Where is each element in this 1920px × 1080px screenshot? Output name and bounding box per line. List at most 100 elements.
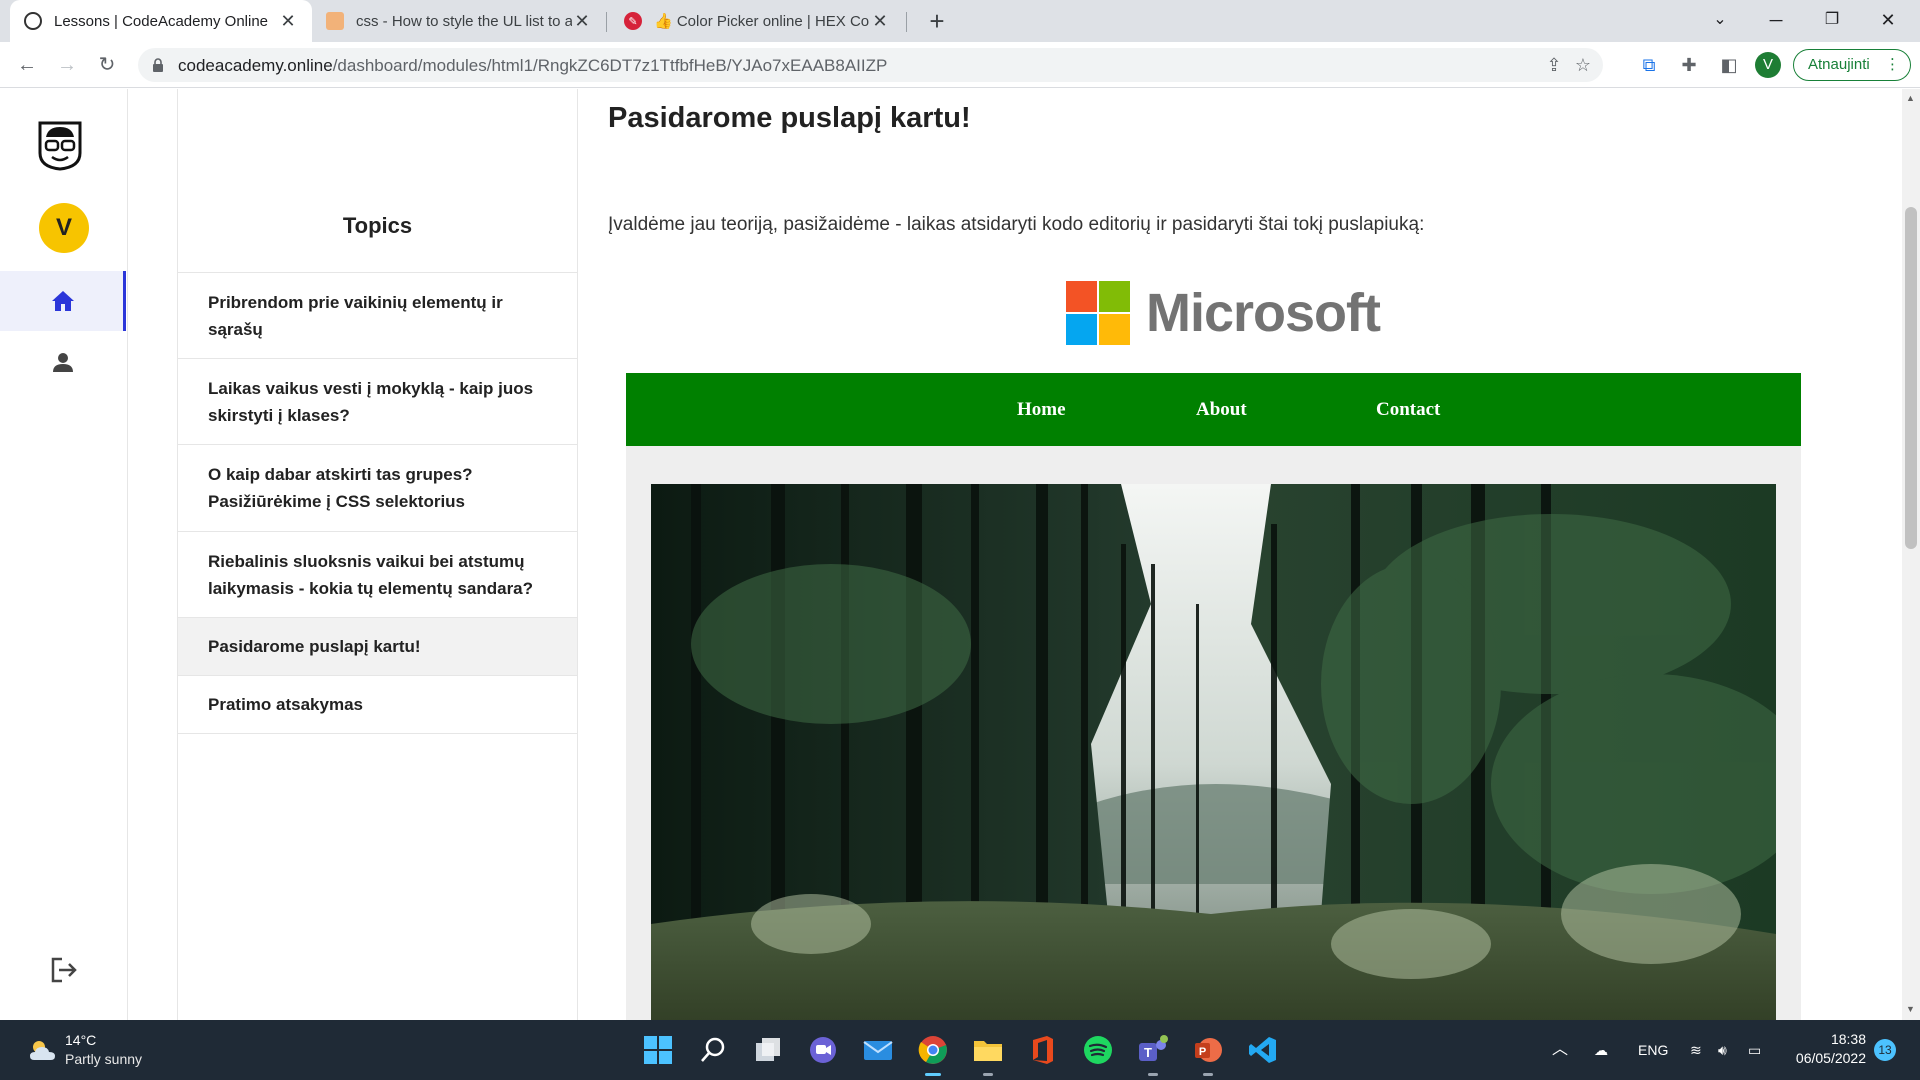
demo-page-body — [626, 446, 1801, 1020]
browser-tab-strip: Lessons | CodeAcademy Online ✕ css - How… — [0, 0, 1920, 42]
window-close-button[interactable]: ✕ — [1860, 0, 1916, 42]
app-sidebar: V — [0, 89, 128, 1020]
profile-avatar[interactable]: V — [1755, 52, 1781, 78]
chrome-app[interactable] — [915, 1032, 951, 1076]
forward-arrow-icon[interactable]: → — [52, 50, 82, 80]
show-hidden-icons[interactable]: ︿ — [1552, 1020, 1568, 1080]
search-icon — [701, 1037, 725, 1062]
partly-sunny-icon — [30, 1041, 55, 1060]
demo-nav-about: About — [1196, 399, 1247, 420]
mail-icon — [863, 1041, 893, 1060]
taskbar-search[interactable] — [695, 1032, 731, 1068]
powerpoint-app[interactable]: P — [1190, 1032, 1226, 1076]
update-button[interactable]: Atnaujinti ⋮ — [1793, 49, 1911, 81]
start-button[interactable] — [640, 1032, 676, 1068]
scroll-up-arrow-icon[interactable]: ▲ — [1906, 93, 1915, 103]
tab-color-picker[interactable]: ✎ 👍 Color Picker online | HEX Colo ✕ — [610, 0, 904, 42]
restore-button[interactable]: ❐ — [1804, 0, 1860, 42]
stackoverflow-favicon-icon — [326, 12, 344, 30]
url-text: codeacademy.online/dashboard/modules/htm… — [178, 56, 888, 75]
clock-time: 18:38 — [1830, 1031, 1866, 1047]
color-picker-favicon-icon: ✎ — [624, 12, 642, 30]
topic-item[interactable]: O kaip dabar atskirti tas grupes? Pasiži… — [178, 445, 577, 532]
task-view[interactable] — [750, 1032, 786, 1068]
close-icon[interactable]: ✕ — [572, 11, 592, 32]
powerpoint-icon: P — [1195, 1038, 1222, 1062]
weather-desc: Partly sunny — [65, 1051, 143, 1067]
person-icon — [53, 353, 73, 372]
lesson-title: Pasidarome puslapį kartu! — [608, 102, 971, 134]
lesson-intro: Įvaldėme jau teoriją, pasižaidėme - laik… — [608, 214, 1425, 235]
volume-icon[interactable]: 🔊︎ — [1718, 1020, 1727, 1080]
spotify-app[interactable] — [1080, 1032, 1116, 1068]
tab-separator — [906, 12, 907, 32]
teams-chat[interactable] — [805, 1032, 841, 1068]
topic-item[interactable]: Riebalinis sluoksnis vaikui bei atstumų … — [178, 532, 577, 618]
tab-lessons[interactable]: Lessons | CodeAcademy Online ✕ — [10, 0, 312, 42]
reload-icon[interactable]: ↻ — [92, 50, 122, 80]
clock-date: 06/05/2022 — [1795, 1050, 1866, 1066]
scrollbar-thumb[interactable] — [1905, 207, 1917, 549]
weather-temp: 14°C — [65, 1032, 97, 1048]
demo-nav-contact: Contact — [1376, 399, 1441, 420]
topics-panel: Topics Pribrendom prie vaikinių elementų… — [177, 89, 578, 1020]
demo-brand-text: Microsoft — [1146, 283, 1381, 343]
topic-item[interactable]: Pribrendom prie vaikinių elementų ir sąr… — [178, 273, 577, 359]
office-icon — [1033, 1036, 1053, 1064]
system-clock[interactable]: 18:38 06/05/2022 — [1782, 1030, 1866, 1068]
nav-home[interactable] — [0, 271, 126, 331]
open-indicator — [983, 1073, 993, 1076]
onedrive-offline-icon[interactable]: ☁ — [1594, 1020, 1608, 1080]
demo-nav-bar: Home About Contact — [626, 373, 1801, 446]
share-icon[interactable]: ⇪ — [1543, 54, 1565, 76]
chat-icon — [810, 1037, 836, 1063]
codeacademy-logo-icon[interactable] — [36, 119, 84, 171]
lock-icon — [153, 58, 163, 72]
scroll-down-arrow-icon[interactable]: ▼ — [1906, 1004, 1915, 1014]
side-panel-icon[interactable]: ◧ — [1716, 52, 1742, 78]
folder-icon — [974, 1041, 1002, 1061]
tab-search-icon[interactable]: ⌄ — [1692, 0, 1748, 42]
back-arrow-icon[interactable]: ← — [12, 50, 42, 80]
office-app[interactable] — [1025, 1032, 1061, 1068]
windows-start-icon — [644, 1036, 672, 1064]
notification-badge[interactable]: 13 — [1874, 1039, 1896, 1061]
minimize-button[interactable]: ─ — [1748, 0, 1804, 42]
wifi-icon[interactable]: ≋ — [1690, 1020, 1702, 1080]
more-menu-icon[interactable]: ⋮ — [1885, 50, 1900, 80]
spotify-icon — [1084, 1036, 1112, 1064]
mail-app[interactable] — [860, 1032, 896, 1068]
windows-taskbar: 14°C Partly sunny T P ︿ ☁ ENG ≋ 🔊︎ ▭ 18:… — [0, 1020, 1920, 1080]
topic-item-active[interactable]: Pasidarome puslapį kartu! — [178, 618, 577, 676]
open-indicator — [1148, 1073, 1158, 1076]
extensions-puzzle-icon[interactable]: ✚ — [1676, 52, 1702, 78]
teams-icon: T — [1139, 1035, 1168, 1061]
language-indicator[interactable]: ENG — [1638, 1020, 1668, 1080]
page-scrollbar[interactable]: ▲ ▼ — [1902, 89, 1920, 1020]
battery-icon[interactable]: ▭ — [1748, 1020, 1761, 1080]
file-explorer-app[interactable] — [970, 1032, 1006, 1076]
translate-extension-icon[interactable]: ⧉ — [1636, 52, 1662, 78]
new-tab-button[interactable]: + — [922, 6, 952, 36]
active-indicator — [925, 1073, 941, 1076]
logout-icon[interactable] — [50, 957, 78, 983]
user-avatar[interactable]: V — [39, 203, 89, 253]
tab-title: Lessons | CodeAcademy Online — [54, 12, 269, 30]
browser-toolbar: ← → ↻ codeacademy.online/dashboard/modul… — [0, 42, 1920, 88]
topic-item[interactable]: Pratimo atsakymas — [178, 676, 577, 734]
tab-stackoverflow[interactable]: css - How to style the UL list to a ✕ — [312, 0, 606, 42]
bookmark-star-icon[interactable]: ☆ — [1572, 54, 1594, 76]
address-bar[interactable]: codeacademy.online/dashboard/modules/htm… — [138, 48, 1603, 82]
tab-separator — [606, 12, 607, 32]
chrome-icon — [918, 1036, 947, 1064]
lesson-content: Pasidarome puslapį kartu! Įvaldėme jau t… — [578, 89, 1848, 1020]
close-icon[interactable]: ✕ — [278, 11, 298, 32]
tab-title: css - How to style the UL list to a — [356, 12, 572, 30]
task-view-icon — [756, 1038, 780, 1061]
forest-image — [651, 484, 1776, 1020]
vscode-app[interactable] — [1245, 1032, 1281, 1068]
close-icon[interactable]: ✕ — [870, 11, 890, 32]
teams-app[interactable]: T — [1135, 1032, 1171, 1076]
topic-item[interactable]: Laikas vaikus vesti į mokyklą - kaip juo… — [178, 359, 577, 445]
svg-text:P: P — [1199, 1046, 1206, 1058]
